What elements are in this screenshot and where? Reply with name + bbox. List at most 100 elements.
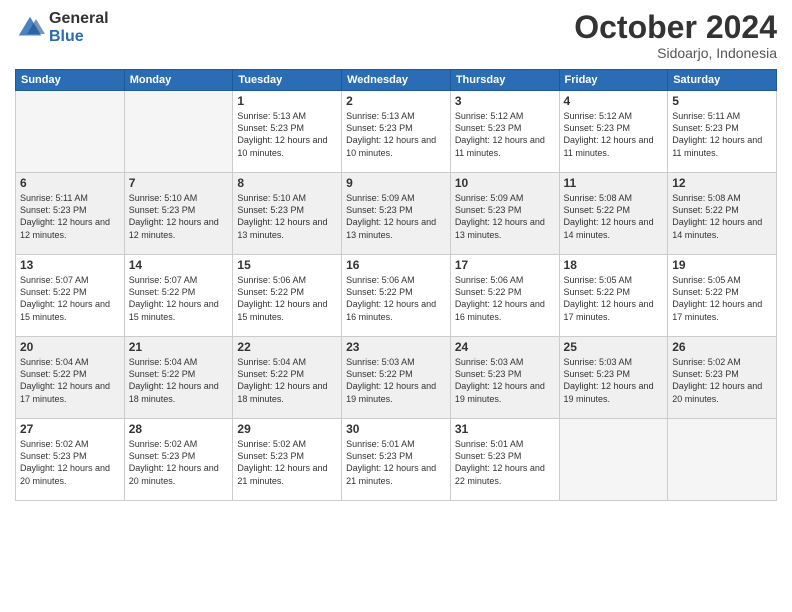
day-number: 22: [237, 340, 337, 354]
calendar-header-row: Sunday Monday Tuesday Wednesday Thursday…: [16, 70, 777, 91]
table-row: [124, 91, 233, 173]
table-row: 20 Sunrise: 5:04 AM Sunset: 5:22 PM Dayli…: [16, 337, 125, 419]
day-number: 23: [346, 340, 446, 354]
table-row: 3 Sunrise: 5:12 AM Sunset: 5:23 PM Daylig…: [450, 91, 559, 173]
day-detail: Sunrise: 5:01 AM Sunset: 5:23 PM Dayligh…: [346, 438, 446, 487]
logo-icon: [15, 13, 45, 43]
table-row: 19 Sunrise: 5:05 AM Sunset: 5:22 PM Dayli…: [668, 255, 777, 337]
day-detail: Sunrise: 5:09 AM Sunset: 5:23 PM Dayligh…: [455, 192, 555, 241]
day-number: 2: [346, 94, 446, 108]
table-row: 16Sunrise: 5:06 AM Sunset: 5:22 PM Dayli…: [342, 255, 451, 337]
col-saturday: Saturday: [668, 70, 777, 91]
table-row: 5Sunrise: 5:11 AM Sunset: 5:23 PM Daylig…: [668, 91, 777, 173]
day-detail: Sunrise: 5:04 AM Sunset: 5:22 PM Dayligh…: [237, 356, 337, 405]
col-tuesday: Tuesday: [233, 70, 342, 91]
month-title: October 2024: [574, 10, 777, 45]
calendar-table: Sunday Monday Tuesday Wednesday Thursday…: [15, 69, 777, 501]
logo-general: General: [49, 10, 109, 28]
location: Sidoarjo, Indonesia: [574, 45, 777, 61]
day-detail: Sunrise: 5:04 AM Sunset: 5:22 PM Dayligh…: [129, 356, 229, 405]
table-row: [559, 419, 668, 501]
day-number: 20: [20, 340, 120, 354]
day-number: 6: [20, 176, 120, 190]
table-row: 27Sunrise: 5:02 AM Sunset: 5:23 PM Dayli…: [16, 419, 125, 501]
calendar-week-row: 20 Sunrise: 5:04 AM Sunset: 5:22 PM Dayli…: [16, 337, 777, 419]
table-row: 17Sunrise: 5:06 AM Sunset: 5:22 PM Dayli…: [450, 255, 559, 337]
table-row: 1 Sunrise: 5:13 AM Sunset: 5:23 PM Daylig…: [233, 91, 342, 173]
calendar-week-row: 27 Sunrise: 5:02 AM Sunset: 5:23 PM Dayli…: [16, 419, 777, 501]
day-detail: Sunrise: 5:07 AM Sunset: 5:22 PM Dayligh…: [20, 274, 120, 323]
table-row: 21 Sunrise: 5:04 AM Sunset: 5:22 PM Dayli…: [124, 337, 233, 419]
day-number: 25: [564, 340, 664, 354]
day-number: 21: [129, 340, 229, 354]
day-detail: Sunrise: 5:08 AM Sunset: 5:22 PM Dayligh…: [564, 192, 664, 241]
day-detail: Sunrise: 5:02 AM Sunset: 5:23 PM Dayligh…: [129, 438, 229, 487]
day-number: 4: [564, 94, 664, 108]
day-detail: Sunrise: 5:05 AM Sunset: 5:22 PM Dayligh…: [672, 274, 772, 323]
day-detail: Sunrise: 5:01 AM Sunset: 5:23 PM Dayligh…: [455, 438, 555, 487]
day-detail: Sunrise: 5:04 AM Sunset: 5:22 PM Dayligh…: [20, 356, 120, 405]
day-detail: Sunrise: 5:06 AM Sunset: 5:22 PM Dayligh…: [237, 274, 337, 323]
day-number: 30: [346, 422, 446, 436]
day-number: 10: [455, 176, 555, 190]
calendar-page: General Blue October 2024 Sidoarjo, Indo…: [0, 0, 792, 612]
calendar-week-row: 13 Sunrise: 5:07 AM Sunset: 5:22 PM Dayli…: [16, 255, 777, 337]
calendar-week-row: 6Sunrise: 5:11 AM Sunset: 5:23 PM Daylig…: [16, 173, 777, 255]
table-row: 15Sunrise: 5:06 AM Sunset: 5:22 PM Dayli…: [233, 255, 342, 337]
day-detail: Sunrise: 5:03 AM Sunset: 5:23 PM Dayligh…: [455, 356, 555, 405]
day-detail: Sunrise: 5:12 AM Sunset: 5:23 PM Dayligh…: [455, 110, 555, 159]
table-row: 25 Sunrise: 5:03 AM Sunset: 5:23 PM Dayli…: [559, 337, 668, 419]
table-row: [668, 419, 777, 501]
day-detail: Sunrise: 5:03 AM Sunset: 5:23 PM Dayligh…: [564, 356, 664, 405]
day-detail: Sunrise: 5:10 AM Sunset: 5:23 PM Dayligh…: [129, 192, 229, 241]
logo: General Blue: [15, 10, 109, 45]
table-row: 6Sunrise: 5:11 AM Sunset: 5:23 PM Daylig…: [16, 173, 125, 255]
day-detail: Sunrise: 5:08 AM Sunset: 5:22 PM Dayligh…: [672, 192, 772, 241]
col-sunday: Sunday: [16, 70, 125, 91]
table-row: 4 Sunrise: 5:12 AM Sunset: 5:23 PM Daylig…: [559, 91, 668, 173]
day-number: 12: [672, 176, 772, 190]
table-row: 10 Sunrise: 5:09 AM Sunset: 5:23 PM Dayli…: [450, 173, 559, 255]
day-detail: Sunrise: 5:09 AM Sunset: 5:23 PM Dayligh…: [346, 192, 446, 241]
day-number: 29: [237, 422, 337, 436]
day-number: 1: [237, 94, 337, 108]
day-number: 3: [455, 94, 555, 108]
day-number: 27: [20, 422, 120, 436]
table-row: 7Sunrise: 5:10 AM Sunset: 5:23 PM Daylig…: [124, 173, 233, 255]
col-wednesday: Wednesday: [342, 70, 451, 91]
table-row: 2 Sunrise: 5:13 AM Sunset: 5:23 PM Daylig…: [342, 91, 451, 173]
table-row: 26 Sunrise: 5:02 AM Sunset: 5:23 PM Dayli…: [668, 337, 777, 419]
table-row: 24 Sunrise: 5:03 AM Sunset: 5:23 PM Dayli…: [450, 337, 559, 419]
col-thursday: Thursday: [450, 70, 559, 91]
day-detail: Sunrise: 5:10 AM Sunset: 5:23 PM Dayligh…: [237, 192, 337, 241]
day-detail: Sunrise: 5:11 AM Sunset: 5:23 PM Dayligh…: [672, 110, 772, 159]
calendar-week-row: 1 Sunrise: 5:13 AM Sunset: 5:23 PM Daylig…: [16, 91, 777, 173]
day-detail: Sunrise: 5:13 AM Sunset: 5:23 PM Dayligh…: [237, 110, 337, 159]
table-row: 30 Sunrise: 5:01 AM Sunset: 5:23 PM Dayli…: [342, 419, 451, 501]
day-detail: Sunrise: 5:13 AM Sunset: 5:23 PM Dayligh…: [346, 110, 446, 159]
table-row: 29 Sunrise: 5:02 AM Sunset: 5:23 PM Dayli…: [233, 419, 342, 501]
day-detail: Sunrise: 5:02 AM Sunset: 5:23 PM Dayligh…: [672, 356, 772, 405]
day-detail: Sunrise: 5:06 AM Sunset: 5:22 PM Dayligh…: [346, 274, 446, 323]
logo-text: General Blue: [49, 10, 109, 45]
page-header: General Blue October 2024 Sidoarjo, Indo…: [15, 10, 777, 61]
day-number: 9: [346, 176, 446, 190]
day-detail: Sunrise: 5:12 AM Sunset: 5:23 PM Dayligh…: [564, 110, 664, 159]
col-friday: Friday: [559, 70, 668, 91]
table-row: 18Sunrise: 5:05 AM Sunset: 5:22 PM Dayli…: [559, 255, 668, 337]
table-row: 31Sunrise: 5:01 AM Sunset: 5:23 PM Dayli…: [450, 419, 559, 501]
day-number: 14: [129, 258, 229, 272]
day-detail: Sunrise: 5:02 AM Sunset: 5:23 PM Dayligh…: [237, 438, 337, 487]
day-number: 19: [672, 258, 772, 272]
day-number: 24: [455, 340, 555, 354]
table-row: 8Sunrise: 5:10 AM Sunset: 5:23 PM Daylig…: [233, 173, 342, 255]
day-detail: Sunrise: 5:07 AM Sunset: 5:22 PM Dayligh…: [129, 274, 229, 323]
table-row: 22 Sunrise: 5:04 AM Sunset: 5:22 PM Dayli…: [233, 337, 342, 419]
table-row: 23 Sunrise: 5:03 AM Sunset: 5:22 PM Dayli…: [342, 337, 451, 419]
day-number: 13: [20, 258, 120, 272]
day-number: 18: [564, 258, 664, 272]
day-detail: Sunrise: 5:06 AM Sunset: 5:22 PM Dayligh…: [455, 274, 555, 323]
table-row: 28Sunrise: 5:02 AM Sunset: 5:23 PM Dayli…: [124, 419, 233, 501]
day-detail: Sunrise: 5:03 AM Sunset: 5:22 PM Dayligh…: [346, 356, 446, 405]
day-number: 26: [672, 340, 772, 354]
